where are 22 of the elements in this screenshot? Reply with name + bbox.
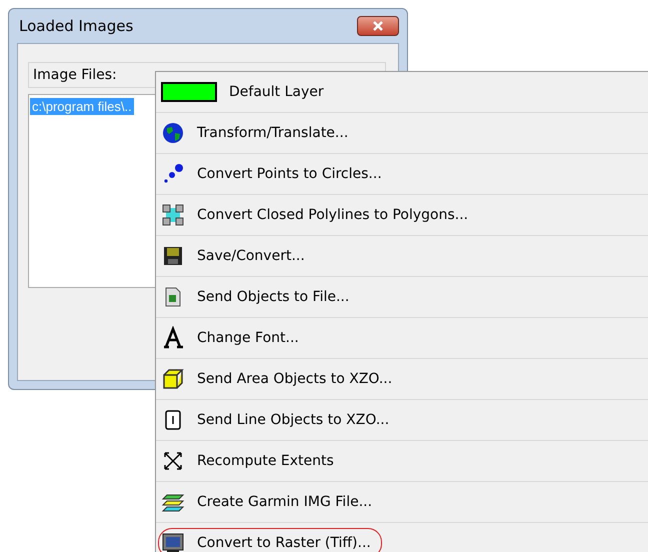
polygon-icon xyxy=(161,203,185,227)
menu-item[interactable]: Send Objects to File... xyxy=(158,282,360,312)
menu-item[interactable]: Create Garmin IMG File... xyxy=(158,487,384,517)
menu-item[interactable]: Recompute Extents xyxy=(158,446,345,476)
window-title: Loaded Images xyxy=(18,17,134,35)
cube-icon xyxy=(161,367,185,391)
letter-icon xyxy=(161,326,185,350)
menu-item[interactable]: Convert Closed Polylines to Polygons... xyxy=(158,200,480,230)
menu-item[interactable]: Transform/Translate... xyxy=(158,118,360,148)
menu-item[interactable]: Send Line Objects to XZO... xyxy=(158,405,400,435)
menu-item[interactable]: Convert to Raster (Tiff)... xyxy=(158,528,382,552)
close-button[interactable] xyxy=(357,16,399,36)
close-icon xyxy=(372,20,384,32)
menu-item[interactable]: Convert Points to Circles... xyxy=(158,159,393,189)
save-icon xyxy=(161,244,185,268)
group-label: Image Files: xyxy=(33,67,117,83)
monitor-icon xyxy=(161,531,185,552)
menu-item[interactable]: Change Font... xyxy=(158,323,310,353)
menu-item[interactable]: Save/Convert... xyxy=(158,241,316,271)
menu-item[interactable]: Send Area Objects to XZO... xyxy=(158,364,404,394)
menu-item[interactable]: Default Layer xyxy=(158,79,335,105)
globe-icon xyxy=(161,121,185,145)
